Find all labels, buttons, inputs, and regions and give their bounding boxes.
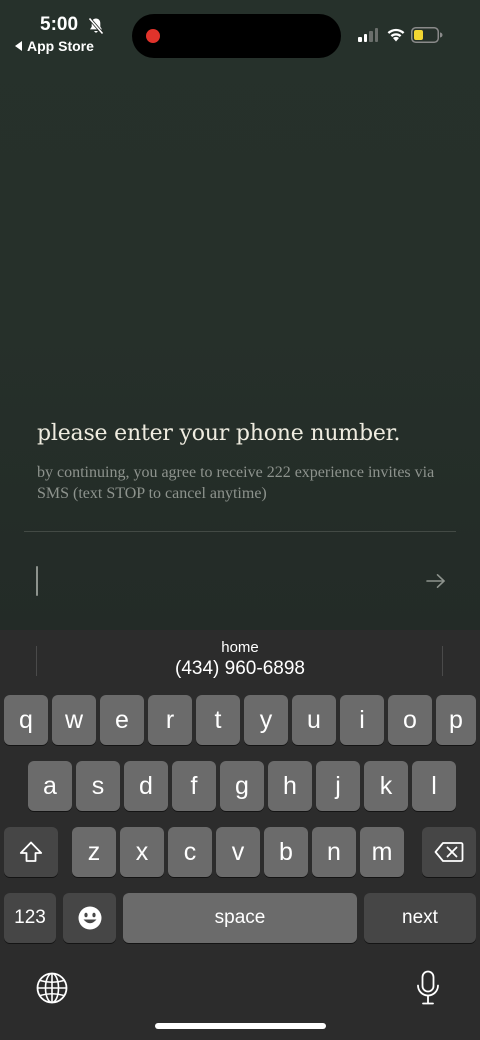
- app-background: [0, 0, 480, 630]
- back-to-app-store[interactable]: App Store: [15, 38, 94, 54]
- dictation-button[interactable]: [406, 966, 450, 1010]
- battery-icon: [411, 27, 443, 43]
- wifi-icon: [387, 28, 405, 42]
- submit-button[interactable]: [423, 569, 449, 593]
- emoji-icon: [78, 906, 101, 930]
- keyboard: home (434) 960-6898 q w e r t y u i o p …: [0, 630, 480, 1040]
- key-h[interactable]: h: [268, 761, 312, 811]
- phone-number-input[interactable]: [24, 556, 404, 606]
- key-t[interactable]: t: [196, 695, 240, 745]
- key-m[interactable]: m: [360, 827, 404, 877]
- globe-button[interactable]: [30, 966, 74, 1010]
- text-cursor: [36, 566, 38, 596]
- arrow-right-icon: [426, 573, 445, 588]
- back-arrow-icon: [15, 41, 22, 51]
- next-key[interactable]: next: [364, 893, 476, 943]
- key-f[interactable]: f: [172, 761, 216, 811]
- key-j[interactable]: j: [316, 761, 360, 811]
- sms-consent-text: by continuing, you agree to receive 222 …: [37, 464, 435, 502]
- status-time: 5:00: [40, 14, 79, 35]
- key-r[interactable]: r: [148, 695, 192, 745]
- key-x[interactable]: x: [120, 827, 164, 877]
- key-n[interactable]: n: [312, 827, 356, 877]
- key-z[interactable]: z: [72, 827, 116, 877]
- shift-icon: [19, 841, 43, 862]
- key-o[interactable]: o: [388, 695, 432, 745]
- key-i[interactable]: i: [340, 695, 384, 745]
- microphone-icon: [417, 970, 439, 1005]
- divider: [24, 531, 456, 532]
- key-k[interactable]: k: [364, 761, 408, 811]
- record-dot-icon: [146, 29, 160, 43]
- key-g[interactable]: g: [220, 761, 264, 811]
- key-a[interactable]: a: [28, 761, 72, 811]
- home-indicator[interactable]: [155, 1023, 326, 1029]
- delete-key[interactable]: [422, 827, 476, 877]
- signal-icon: [358, 28, 378, 42]
- globe-icon: [36, 972, 68, 1004]
- delete-icon: [434, 842, 464, 862]
- dynamic-island: [132, 14, 341, 58]
- key-e[interactable]: e: [100, 695, 144, 745]
- space-key[interactable]: space: [123, 893, 357, 943]
- key-c[interactable]: c: [168, 827, 212, 877]
- key-u[interactable]: u: [292, 695, 336, 745]
- suggestion-label: home: [221, 638, 259, 656]
- key-v[interactable]: v: [216, 827, 260, 877]
- key-q[interactable]: q: [4, 695, 48, 745]
- page-title: please enter your phone number.: [37, 421, 401, 446]
- mute-bell-icon: [88, 17, 104, 35]
- key-s[interactable]: s: [76, 761, 120, 811]
- autofill-suggestion[interactable]: home (434) 960-6898: [0, 630, 480, 688]
- key-p[interactable]: p: [436, 695, 476, 745]
- shift-key[interactable]: [4, 827, 58, 877]
- back-app-label: App Store: [27, 38, 94, 54]
- key-d[interactable]: d: [124, 761, 168, 811]
- key-y[interactable]: y: [244, 695, 288, 745]
- emoji-key[interactable]: [63, 893, 116, 943]
- key-l[interactable]: l: [412, 761, 456, 811]
- key-b[interactable]: b: [264, 827, 308, 877]
- numbers-key[interactable]: 123: [4, 893, 56, 943]
- suggestion-phone-number: (434) 960-6898: [175, 657, 305, 679]
- key-w[interactable]: w: [52, 695, 96, 745]
